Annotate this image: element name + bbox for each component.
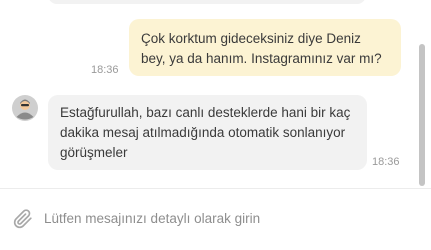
outgoing-message-bubble: Çok korktum gideceksiniz diye Deniz bey,…	[129, 19, 401, 76]
support-agent-avatar	[12, 95, 38, 121]
outgoing-message-time: 18:36	[91, 64, 119, 76]
incoming-message-time: 18:36	[372, 156, 400, 168]
outgoing-message-text: Çok korktum gideceksiniz diye Deniz bey,…	[141, 31, 382, 66]
previous-message-bubble	[48, 0, 366, 4]
message-list: Çok korktum gideceksiniz diye Deniz bey,…	[0, 0, 418, 188]
message-scrollbar-thumb[interactable]	[419, 44, 425, 186]
incoming-message-text: Estağfurullah, bazı canlı desteklerde ha…	[60, 105, 351, 160]
paperclip-icon[interactable]	[13, 209, 33, 229]
chat-window: Çok korktum gideceksiniz diye Deniz bey,…	[0, 0, 431, 250]
message-input[interactable]	[44, 207, 414, 229]
message-composer	[0, 189, 431, 250]
incoming-message-bubble: Estağfurullah, bazı canlı desteklerde ha…	[48, 95, 367, 170]
